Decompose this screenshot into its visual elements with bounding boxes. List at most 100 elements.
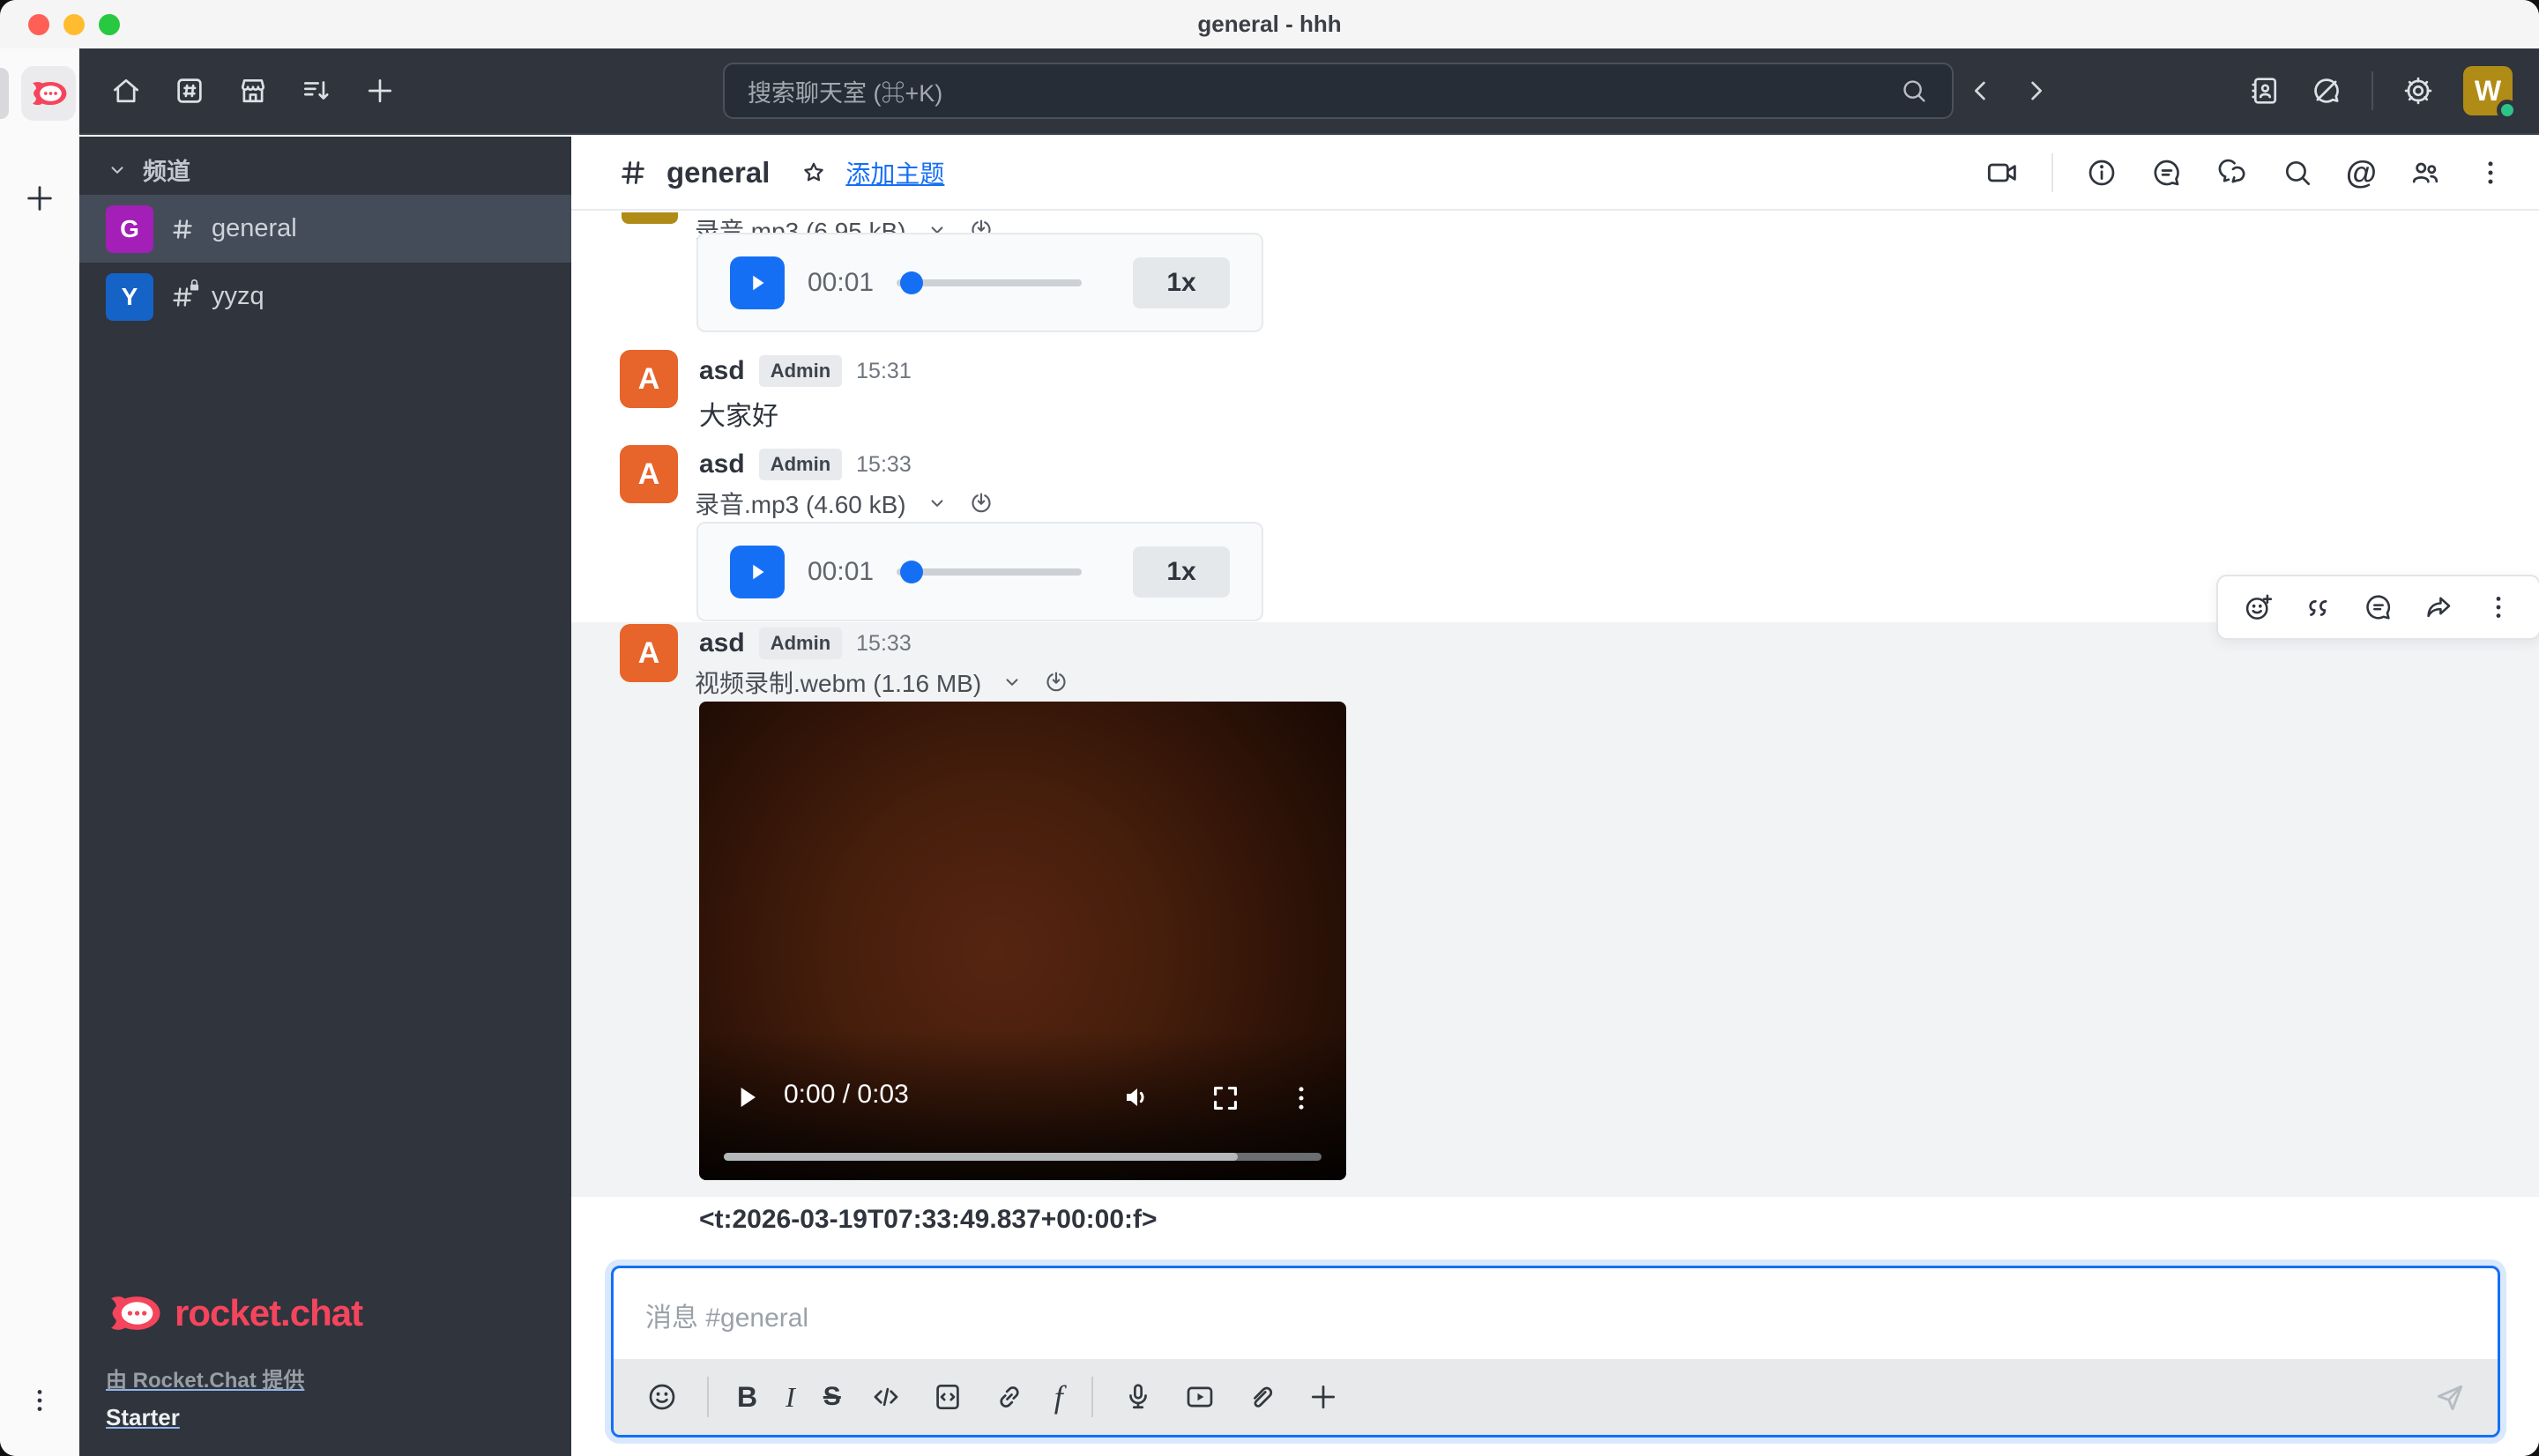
- video-buffered-bar: [724, 1153, 1238, 1161]
- add-server-button[interactable]: [22, 181, 57, 216]
- marketplace-button[interactable]: [236, 74, 270, 108]
- avatar[interactable]: A: [620, 350, 678, 408]
- audio-player: 00:01 1x: [696, 522, 1263, 621]
- message-actions-toolbar: [2216, 575, 2539, 640]
- search-input[interactable]: 搜索聊天室 (⌘+K): [723, 63, 1954, 119]
- user-avatar[interactable]: W: [2463, 66, 2513, 115]
- search-placeholder: 搜索聊天室 (⌘+K): [748, 74, 1899, 108]
- channels-section-header[interactable]: 频道: [106, 152, 190, 187]
- message-text: 大家好: [699, 394, 778, 433]
- video-menu-icon[interactable]: [1284, 1081, 1318, 1115]
- download-icon[interactable]: [968, 490, 994, 516]
- video-player[interactable]: 0:00 / 0:03: [699, 702, 1346, 1180]
- threads-button[interactable]: [2150, 156, 2184, 189]
- video-message-button[interactable]: [1183, 1380, 1217, 1414]
- link-button[interactable]: [993, 1380, 1026, 1414]
- channel-avatar: G: [106, 205, 153, 253]
- bold-button[interactable]: B: [737, 1381, 757, 1414]
- download-icon[interactable]: [1043, 669, 1069, 695]
- volume-icon[interactable]: [1119, 1080, 1154, 1115]
- message-timestamp: 15:31: [856, 359, 912, 384]
- window-title: general - hhh: [0, 0, 2539, 48]
- playback-rate-button[interactable]: 1x: [1133, 257, 1230, 308]
- avatar[interactable]: A: [620, 624, 678, 682]
- directory-contacts-button[interactable]: [2248, 74, 2282, 108]
- avatar: [622, 212, 678, 224]
- sidebar-item-yyzq[interactable]: Y yyzq: [79, 263, 571, 331]
- audio-seek-slider[interactable]: [897, 568, 1082, 576]
- favorite-star-button[interactable]: [800, 159, 828, 187]
- composer-plus-button[interactable]: [1307, 1380, 1340, 1414]
- playback-rate-button[interactable]: 1x: [1133, 546, 1230, 598]
- add-topic-link[interactable]: 添加主题: [845, 155, 944, 190]
- create-new-button[interactable]: [363, 74, 397, 108]
- avatar[interactable]: A: [620, 445, 678, 503]
- avatar-initial: A: [638, 362, 660, 397]
- more-actions-button[interactable]: [2483, 591, 2514, 623]
- sort-button[interactable]: [300, 74, 333, 108]
- chat-title: general: [666, 156, 770, 189]
- attachment-file-name: 视频录制.webm (1.16 MB): [695, 665, 981, 700]
- channel-avatar-initial: Y: [122, 283, 138, 311]
- inline-code-button[interactable]: [869, 1380, 903, 1414]
- strikethrough-button[interactable]: S: [823, 1382, 841, 1412]
- admin-role-badge: Admin: [759, 355, 842, 387]
- audio-play-button[interactable]: [730, 546, 785, 598]
- topbar-divider: [2371, 71, 2373, 110]
- message-username[interactable]: asd: [699, 628, 745, 658]
- message-timestamp: 15:33: [856, 452, 912, 478]
- home-button[interactable]: [109, 74, 143, 108]
- titlebar: general - hhh: [0, 0, 2539, 48]
- search-messages-button[interactable]: [2281, 156, 2314, 189]
- plan-link[interactable]: Starter: [106, 1404, 362, 1431]
- history-back-button[interactable]: [1966, 76, 1996, 106]
- header-divider: [2051, 153, 2053, 192]
- channel-name: yyzq: [212, 282, 264, 311]
- slider-thumb[interactable]: [900, 561, 923, 583]
- history-forward-button[interactable]: [2021, 76, 2051, 106]
- topbar: 搜索聊天室 (⌘+K) W: [79, 48, 2539, 135]
- powered-by-link[interactable]: 由 Rocket.Chat 提供: [106, 1363, 362, 1393]
- send-message-button[interactable]: [2432, 1380, 2468, 1415]
- workspace-server-button[interactable]: [21, 66, 76, 121]
- kebab-menu-button[interactable]: [2474, 156, 2507, 189]
- sidebar-item-general[interactable]: G general: [79, 195, 571, 263]
- channel-directory-button[interactable]: [173, 74, 206, 108]
- do-not-disturb-button[interactable]: [2310, 74, 2343, 108]
- code-block-button[interactable]: [931, 1380, 964, 1414]
- channel-info-button[interactable]: [2085, 156, 2118, 189]
- italic-button[interactable]: I: [786, 1381, 795, 1414]
- message-composer: 消息 #general B I S f: [611, 1266, 2500, 1437]
- video-call-button[interactable]: [1984, 155, 2020, 190]
- reply-in-thread-button[interactable]: [2363, 591, 2394, 623]
- quote-button[interactable]: [2303, 591, 2334, 623]
- admin-settings-button[interactable]: [2401, 74, 2435, 108]
- chevron-down-icon[interactable]: [1001, 671, 1024, 694]
- strip-menu-button[interactable]: [24, 1385, 56, 1416]
- user-avatar-initial: W: [2475, 75, 2501, 108]
- slider-thumb[interactable]: [900, 271, 923, 294]
- discussions-button[interactable]: [2215, 156, 2249, 189]
- audio-play-button[interactable]: [730, 256, 785, 309]
- emoji-button[interactable]: [645, 1380, 679, 1414]
- message-input[interactable]: 消息 #general: [614, 1268, 2498, 1362]
- forward-message-button[interactable]: [2423, 591, 2454, 623]
- add-reaction-button[interactable]: [2243, 591, 2275, 623]
- rocketchat-logo-icon: [106, 1289, 162, 1338]
- message-username[interactable]: asd: [699, 449, 745, 479]
- video-progress-bar[interactable]: [724, 1153, 1322, 1161]
- chevron-down-icon[interactable]: [926, 492, 949, 515]
- attach-file-button[interactable]: [1245, 1380, 1278, 1414]
- message-username[interactable]: asd: [699, 356, 745, 386]
- fullscreen-icon[interactable]: [1209, 1081, 1242, 1115]
- sidebar-footer: rocket.chat 由 Rocket.Chat 提供 Starter: [106, 1289, 362, 1431]
- admin-role-badge: Admin: [759, 449, 842, 480]
- video-play-button[interactable]: [729, 1080, 764, 1115]
- mentions-button[interactable]: @: [2346, 157, 2377, 189]
- active-workspace-indicator: [0, 68, 9, 119]
- audio-message-button[interactable]: [1121, 1380, 1155, 1414]
- members-button[interactable]: [2409, 156, 2442, 189]
- katex-button[interactable]: f: [1054, 1378, 1063, 1415]
- audio-seek-slider[interactable]: [897, 279, 1082, 286]
- audio-time: 00:01: [808, 268, 874, 298]
